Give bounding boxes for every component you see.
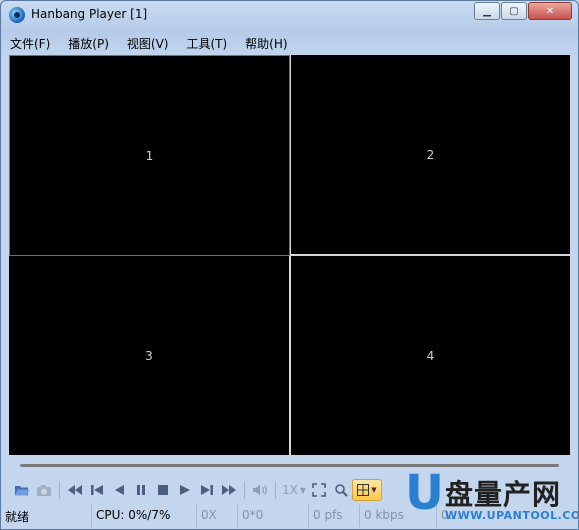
- speed-icon[interactable]: 1X ▼: [280, 479, 308, 501]
- status-time: 0*0: [238, 505, 309, 527]
- snapshot-icon[interactable]: [33, 479, 55, 501]
- player-window: Hanbang Player [1] ▁ ▢ ✕ 文件(F) 播放(P) 视图(…: [0, 0, 579, 530]
- watermark-u: U: [405, 465, 444, 521]
- menu-play[interactable]: 播放(P): [59, 31, 118, 53]
- window-controls: ▁ ▢ ✕: [473, 2, 572, 20]
- skip-next-icon[interactable]: [196, 479, 218, 501]
- close-button[interactable]: ✕: [528, 2, 572, 20]
- status-cpu: CPU: 0%/7%: [92, 505, 197, 527]
- step-back-icon[interactable]: [108, 479, 130, 501]
- fast-rewind-icon[interactable]: [64, 479, 86, 501]
- toolbar-divider: [275, 481, 276, 499]
- video-cell-4[interactable]: 4: [290, 255, 570, 455]
- status-multiplier: 0X: [197, 505, 238, 527]
- playback-toolbar: 1X ▼ ▼: [11, 479, 382, 501]
- watermark-text: 盘量产网: [445, 478, 562, 511]
- cell-label: 3: [145, 348, 153, 363]
- menu-help[interactable]: 帮助(H): [236, 31, 296, 53]
- video-cell-1[interactable]: 1: [9, 55, 290, 256]
- close-icon: ✕: [545, 5, 555, 17]
- toolbar-divider: [244, 481, 245, 499]
- chevron-down-icon: ▼: [299, 485, 306, 495]
- play-icon[interactable]: [174, 479, 196, 501]
- video-cell-3[interactable]: 3: [9, 256, 290, 455]
- watermark-logo: U 盘量产网 WWW.UPANTOOL.COM: [405, 465, 579, 527]
- layout-grid-icon[interactable]: ▼: [352, 479, 382, 501]
- menu-file[interactable]: 文件(F): [1, 31, 59, 53]
- chevron-down-icon: ▼: [371, 486, 377, 494]
- cell-label: 1: [145, 148, 154, 163]
- minimize-button[interactable]: ▁: [474, 2, 500, 20]
- open-folder-icon[interactable]: [11, 479, 33, 501]
- maximize-icon: ▢: [509, 5, 519, 17]
- volume-icon[interactable]: [249, 479, 271, 501]
- fast-forward-icon[interactable]: [218, 479, 240, 501]
- video-grid: 1 2 3 4: [9, 55, 570, 455]
- maximize-button[interactable]: ▢: [501, 2, 527, 20]
- status-ready: 就绪: [1, 505, 92, 527]
- speed-label: 1X: [281, 483, 298, 497]
- menu-bar: 文件(F) 播放(P) 视图(V) 工具(T) 帮助(H): [1, 31, 578, 53]
- pause-icon[interactable]: [130, 479, 152, 501]
- window-title: Hanbang Player [1]: [31, 7, 148, 21]
- title-bar[interactable]: Hanbang Player [1] ▁ ▢ ✕: [1, 1, 578, 29]
- fullscreen-icon[interactable]: [308, 479, 330, 501]
- status-fps: 0 pfs: [309, 505, 360, 527]
- video-cell-2[interactable]: 2: [290, 55, 570, 255]
- skip-previous-icon[interactable]: [86, 479, 108, 501]
- menu-view[interactable]: 视图(V): [118, 31, 178, 53]
- menu-tools[interactable]: 工具(T): [177, 31, 236, 53]
- toolbar-divider: [59, 481, 60, 499]
- zoom-icon[interactable]: [330, 479, 352, 501]
- minimize-icon: ▁: [483, 5, 491, 17]
- cell-label: 4: [426, 348, 435, 363]
- cell-label: 2: [426, 147, 435, 162]
- stop-icon[interactable]: [152, 479, 174, 501]
- watermark-url: WWW.UPANTOOL.COM: [445, 509, 579, 522]
- app-icon: [9, 7, 25, 23]
